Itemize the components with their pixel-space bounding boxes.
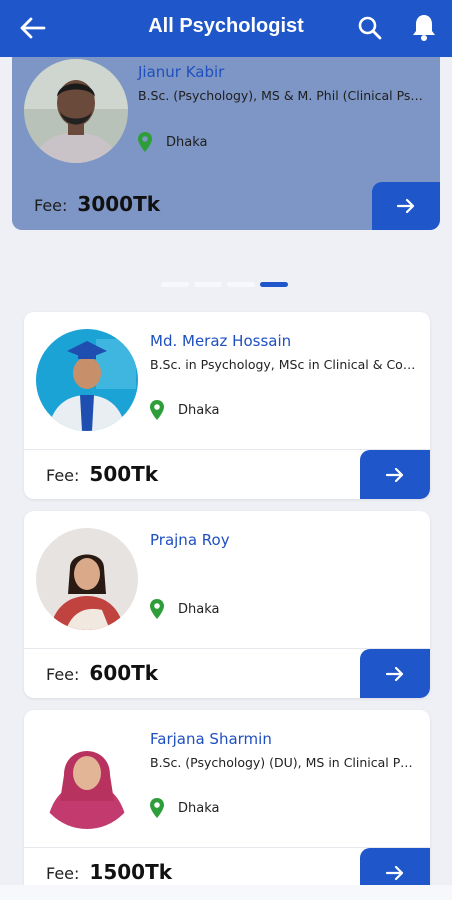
location-pin-icon xyxy=(150,400,164,420)
location: Dhaka xyxy=(150,399,219,421)
fee: Fee: 3000Tk xyxy=(34,192,160,216)
fee-amount: 1500Tk xyxy=(89,860,173,884)
location-text: Dhaka xyxy=(178,402,220,418)
location-text: Dhaka xyxy=(166,134,208,150)
featured-psychologist-card[interactable]: Jianur Kabir B.Sc. (Psychology), MS & M.… xyxy=(12,57,440,230)
fee-label: Fee: xyxy=(46,864,80,883)
doctor-name: Farjana Sharmin xyxy=(150,730,272,748)
fee-amount: 500Tk xyxy=(89,462,159,486)
fee-label: Fee: xyxy=(46,466,80,485)
view-profile-button[interactable] xyxy=(360,649,430,698)
doctor-degree: B.Sc. (Psychology) (DU), MS in Clinical … xyxy=(150,755,416,770)
location-text: Dhaka xyxy=(178,601,220,617)
location-pin-icon xyxy=(150,599,164,619)
fee: Fee: 500Tk xyxy=(46,462,158,486)
doctor-name: Jianur Kabir xyxy=(138,63,225,81)
fee-label: Fee: xyxy=(34,196,68,215)
psychologist-card[interactable]: Farjana Sharmin B.Sc. (Psychology) (DU),… xyxy=(24,710,430,897)
psychologist-card[interactable]: Prajna Roy Dhaka Fee: 600Tk xyxy=(24,511,430,698)
arrow-right-icon xyxy=(385,666,404,681)
location: Dhaka xyxy=(150,797,219,819)
location: Dhaka xyxy=(138,131,207,153)
arrow-right-icon xyxy=(385,467,404,482)
location-pin-icon xyxy=(150,798,164,818)
bell-icon[interactable] xyxy=(410,12,438,42)
carousel-indicator xyxy=(161,282,288,287)
fee: Fee: 600Tk xyxy=(46,661,158,685)
search-icon[interactable] xyxy=(356,14,384,42)
doctor-degree: B.Sc. (Psychology), MS & M. Phil (Clinic… xyxy=(138,88,428,103)
fee-amount: 3000Tk xyxy=(77,192,161,216)
view-profile-button[interactable] xyxy=(360,450,430,499)
carousel-dot[interactable] xyxy=(227,282,255,287)
doctor-photo xyxy=(36,727,138,829)
arrow-right-icon xyxy=(385,865,404,880)
location: Dhaka xyxy=(150,598,219,620)
doctor-name: Prajna Roy xyxy=(150,531,230,549)
psychologist-card[interactable]: Md. Meraz Hossain B.Sc. in Psychology, M… xyxy=(24,312,430,499)
location-pin-icon xyxy=(138,132,152,152)
app-bar: All Psychologist xyxy=(0,0,452,57)
carousel-dot[interactable] xyxy=(194,282,222,287)
doctor-name: Md. Meraz Hossain xyxy=(150,332,292,350)
view-profile-button[interactable] xyxy=(372,182,440,230)
fee-label: Fee: xyxy=(46,665,80,684)
page-title: All Psychologist xyxy=(148,15,304,37)
doctor-photo xyxy=(36,329,138,431)
bottom-edge xyxy=(0,885,452,900)
arrow-right-icon xyxy=(396,198,415,214)
location-text: Dhaka xyxy=(178,800,220,816)
carousel-dot[interactable] xyxy=(161,282,189,287)
doctor-degree: B.Sc. in Psychology, MSc in Clinical & C… xyxy=(150,357,416,372)
fee: Fee: 1500Tk xyxy=(46,860,172,884)
doctor-photo xyxy=(24,59,128,163)
doctor-photo xyxy=(36,528,138,630)
carousel-dot-active[interactable] xyxy=(260,282,288,287)
fee-amount: 600Tk xyxy=(89,661,159,685)
